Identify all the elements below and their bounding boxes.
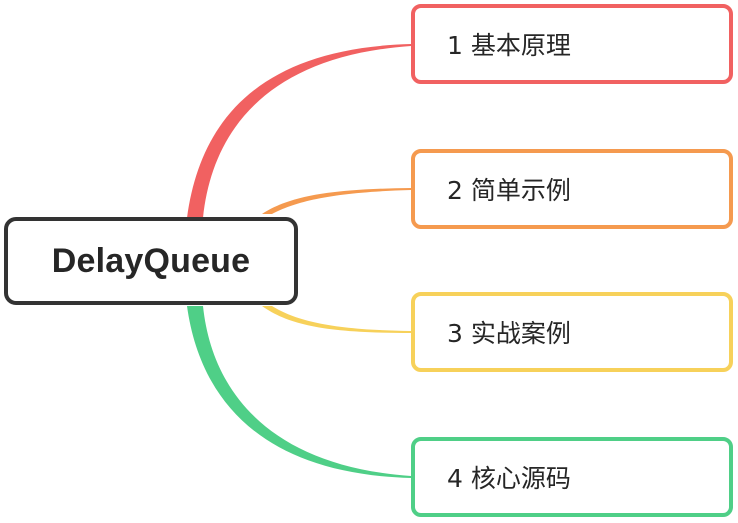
branch-node-3-label: 3 实战案例 [447,319,571,348]
root-node-label: DelayQueue [51,241,251,280]
branch-connector-1 [187,44,411,218]
branch-node-1[interactable]: 1 基本原理 [411,4,733,84]
branch-node-3[interactable]: 3 实战案例 [411,292,733,372]
branch-node-4[interactable]: 4 核心源码 [411,437,733,517]
branch-node-4-label: 4 核心源码 [447,464,571,493]
branch-node-2-label: 2 简单示例 [447,176,571,205]
branch-connector-2 [262,188,411,214]
branch-node-2[interactable]: 2 简单示例 [411,149,733,229]
root-node[interactable]: DelayQueue [4,217,298,305]
mind-map-canvas: DelayQueue 1 基本原理 2 简单示例 3 实战案例 4 核心源码 [0,0,738,523]
branch-connector-4 [187,306,411,478]
branch-node-1-label: 1 基本原理 [447,31,571,60]
branch-connector-3 [262,306,411,333]
